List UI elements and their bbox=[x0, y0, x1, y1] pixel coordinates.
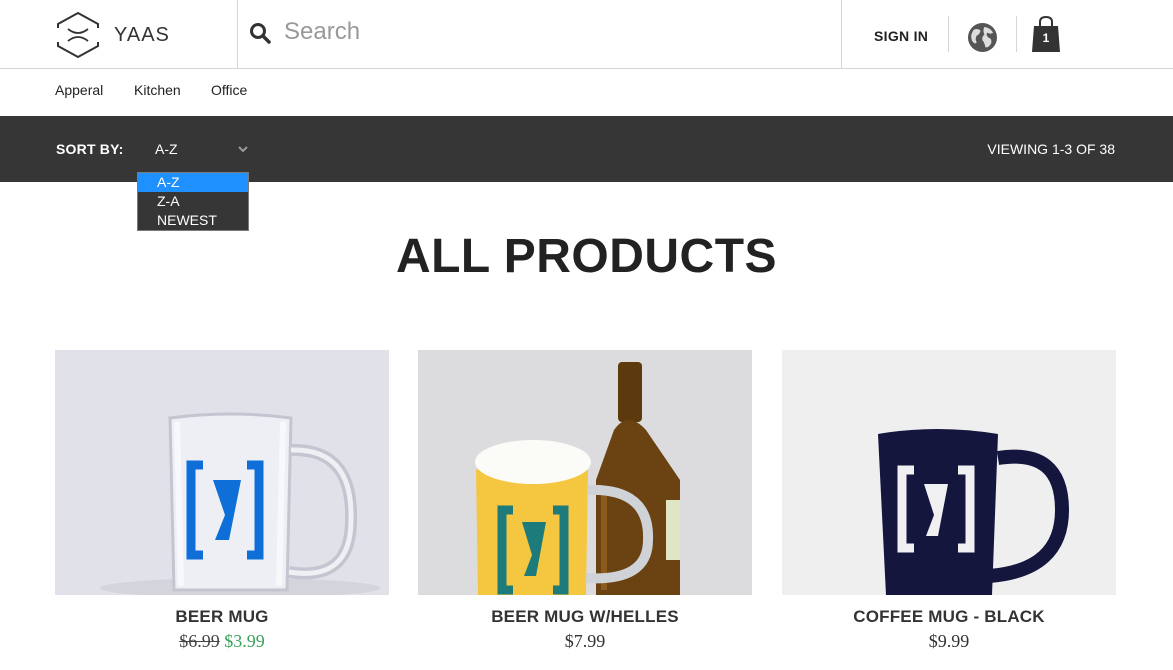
category-link-kitchen[interactable]: Kitchen bbox=[134, 82, 181, 98]
product-card[interactable]: BEER MUG W/HELLES $7.99 bbox=[418, 350, 752, 652]
sort-dropdown: A-Z Z-A NEWEST bbox=[137, 172, 249, 231]
header-divider bbox=[237, 0, 238, 68]
page-title: ALL PRODUCTS bbox=[395, 230, 778, 283]
category-link-apparel[interactable]: Apperal bbox=[55, 82, 103, 98]
category-nav: Apperal Kitchen Office bbox=[0, 69, 1173, 116]
search-input[interactable] bbox=[284, 14, 824, 50]
chevron-down-icon[interactable] bbox=[238, 145, 248, 153]
sort-option-a-z[interactable]: A-Z bbox=[138, 173, 248, 192]
sort-label: SORT BY: bbox=[56, 141, 124, 157]
logo-text[interactable]: YAAS bbox=[114, 24, 170, 47]
search-icon[interactable] bbox=[249, 22, 271, 44]
header-divider bbox=[1016, 16, 1017, 52]
product-price: $6.99 $3.99 bbox=[55, 631, 389, 652]
globe-icon[interactable] bbox=[967, 22, 998, 53]
product-image-coffee-mug-black[interactable] bbox=[782, 350, 1116, 595]
header-divider bbox=[948, 16, 949, 52]
header-divider bbox=[841, 0, 842, 68]
product-price: $9.99 bbox=[928, 631, 970, 651]
sale-price: $3.99 bbox=[224, 631, 265, 651]
cart-count-badge: 1 bbox=[1042, 31, 1050, 45]
product-image-beer-mug-w-helles[interactable] bbox=[418, 350, 752, 595]
sort-select[interactable]: A-Z bbox=[155, 141, 178, 157]
product-card[interactable]: BEER MUG $6.99 $3.99 bbox=[55, 350, 389, 652]
viewing-count: VIEWING 1-3 OF 38 bbox=[987, 141, 1115, 157]
product-name[interactable]: BEER MUG bbox=[55, 607, 389, 627]
product-card[interactable]: COFFEE MUG - BLACK $9.99 bbox=[782, 350, 1116, 652]
sort-option-z-a[interactable]: Z-A bbox=[138, 192, 248, 211]
product-image-beer-mug[interactable] bbox=[55, 350, 389, 595]
original-price: $6.99 bbox=[179, 631, 220, 651]
sign-in-link[interactable]: SIGN IN bbox=[874, 28, 928, 44]
category-link-office[interactable]: Office bbox=[211, 82, 247, 98]
product-name[interactable]: BEER MUG W/HELLES bbox=[418, 607, 752, 627]
yaas-logo-icon[interactable] bbox=[54, 11, 102, 59]
product-name[interactable]: COFFEE MUG - BLACK bbox=[782, 607, 1116, 627]
site-header: YAAS SIGN IN 1 bbox=[0, 0, 1173, 69]
product-price: $7.99 bbox=[564, 631, 606, 651]
sort-option-newest[interactable]: NEWEST bbox=[138, 211, 248, 230]
